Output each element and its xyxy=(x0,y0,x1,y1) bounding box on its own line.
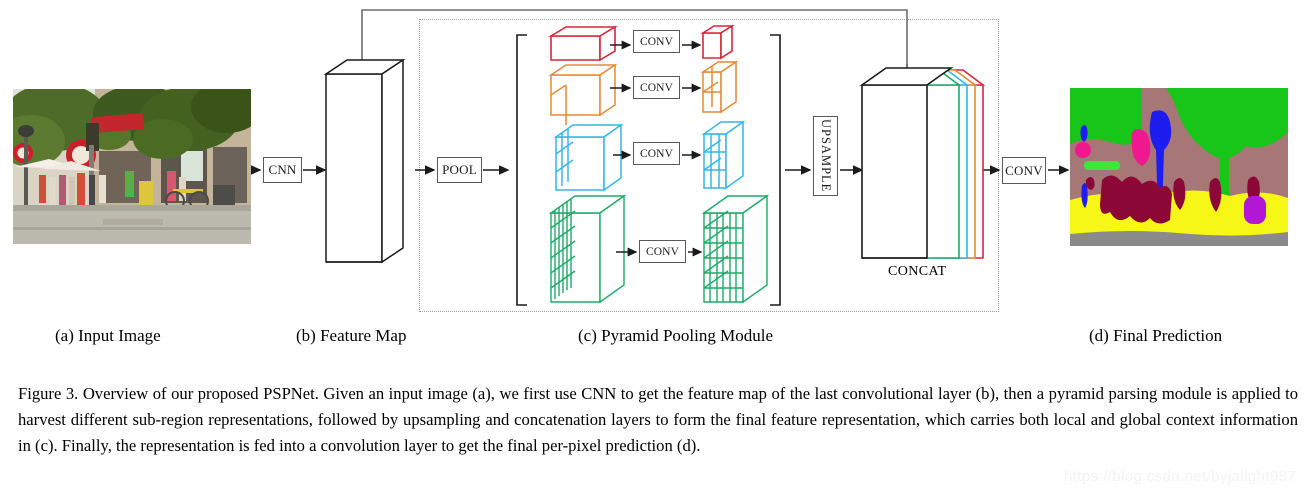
pyramid-box-2x2-output xyxy=(700,60,739,114)
pspnet-architecture-diagram: CNN POOL UPSAMPLE CONV CONV CONV CONV CO… xyxy=(0,0,1313,330)
subcaption-b: (b) Feature Map xyxy=(296,326,407,345)
bracket-right xyxy=(770,34,781,306)
figure-caption: Figure 3. Overview of our proposed PSPNe… xyxy=(18,381,1298,459)
pyramid-box-3x3-input xyxy=(553,123,624,192)
concat-block xyxy=(859,67,986,259)
figure-3: CNN POOL UPSAMPLE CONV CONV CONV CONV CO… xyxy=(0,0,1313,501)
subcaption-d: (d) Final Prediction xyxy=(1089,326,1223,345)
pyramid-box-3x3-output xyxy=(701,120,746,190)
pyramid-box-6x6-output xyxy=(701,194,770,304)
subcaption-a: (a) Input Image xyxy=(55,326,161,345)
figure-caption-text: Figure 3. Overview of our proposed PSPNe… xyxy=(18,384,1298,455)
subcaption-row: (a) Input Image (b) Feature Map (c) Pyra… xyxy=(0,322,1313,360)
feature-map-3d-block xyxy=(323,58,406,264)
pyramid-box-2x2-input xyxy=(548,63,618,125)
pyramid-box-1x1-output xyxy=(700,24,735,60)
pyramid-box-6x6-input xyxy=(548,194,627,304)
pyramid-box-1x1-input xyxy=(548,25,618,62)
bracket-left xyxy=(516,34,527,306)
skip-connection xyxy=(361,9,908,75)
diagram-vector-overlay xyxy=(251,9,1070,306)
watermark: https://blog.csdn.net/byjalight987 xyxy=(1064,468,1297,485)
subcaption-c: (c) Pyramid Pooling Module xyxy=(578,326,774,345)
